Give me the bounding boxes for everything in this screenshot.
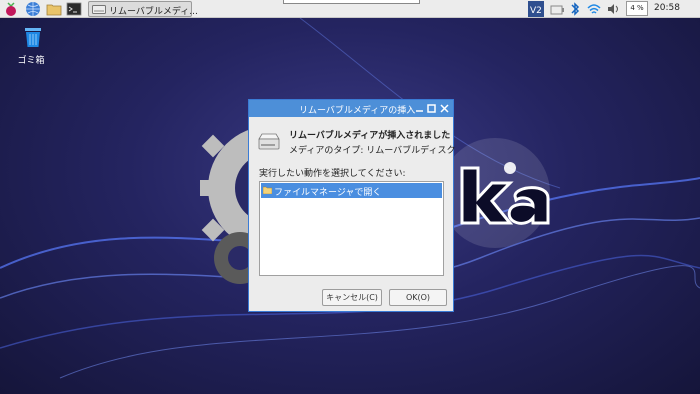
media-type-text: メディアのタイプ: リムーバブルディスク bbox=[289, 146, 456, 156]
cpu-usage-monitor[interactable]: 4 % bbox=[626, 1, 648, 16]
svg-text:V2: V2 bbox=[530, 6, 542, 16]
taskbar-window-label: リムーバブルメディ... bbox=[109, 7, 198, 17]
vnc-icon[interactable]: V2 bbox=[528, 1, 544, 17]
raspberry-menu-icon[interactable] bbox=[3, 1, 19, 17]
drive-icon bbox=[92, 5, 106, 14]
battery-icon[interactable] bbox=[550, 1, 564, 17]
dialog-title: リムーバブルメディアの挿入 bbox=[299, 106, 416, 116]
cancel-button[interactable]: キャンセル(C) bbox=[322, 289, 382, 306]
removable-drive-icon bbox=[258, 133, 280, 150]
dialog-heading: リムーバブルメディアが挿入されました bbox=[289, 131, 451, 141]
close-icon[interactable] bbox=[439, 103, 450, 114]
folder-icon bbox=[263, 186, 272, 194]
ok-button[interactable]: OK(O) bbox=[389, 289, 447, 306]
action-list-item[interactable]: ファイルマネージャで開く bbox=[261, 183, 442, 198]
dialog-titlebar[interactable]: リムーバブルメディアの挿入 bbox=[249, 100, 453, 117]
web-browser-icon[interactable] bbox=[25, 1, 41, 17]
maximize-icon[interactable] bbox=[426, 103, 437, 114]
top-panel: リムーバブルメディ... V2 4 % 20:58 bbox=[0, 0, 700, 18]
terminal-icon[interactable] bbox=[66, 1, 82, 17]
wifi-icon[interactable] bbox=[587, 1, 601, 17]
action-prompt: 実行したい動作を選択してください: bbox=[259, 169, 406, 179]
file-manager-icon[interactable] bbox=[46, 1, 62, 17]
clock[interactable]: 20:58 bbox=[654, 3, 680, 13]
trash-icon bbox=[25, 28, 41, 47]
trash-desktop-item[interactable]: ゴミ箱 bbox=[17, 26, 47, 66]
trash-label: ゴミ箱 bbox=[17, 56, 45, 66]
action-list[interactable]: ファイルマネージャで開く bbox=[259, 181, 444, 276]
action-list-item-label: ファイルマネージャで開く bbox=[274, 188, 382, 198]
bluetooth-icon[interactable] bbox=[570, 1, 580, 17]
top-input-strip[interactable] bbox=[283, 0, 420, 4]
removable-media-dialog: リムーバブルメディアの挿入 リムーバブルメディアが挿入されました メディアのタイ… bbox=[248, 99, 456, 312]
volume-icon[interactable] bbox=[606, 1, 620, 17]
minimize-icon[interactable] bbox=[414, 103, 425, 114]
taskbar-window-button[interactable]: リムーバブルメディ... bbox=[88, 1, 198, 17]
